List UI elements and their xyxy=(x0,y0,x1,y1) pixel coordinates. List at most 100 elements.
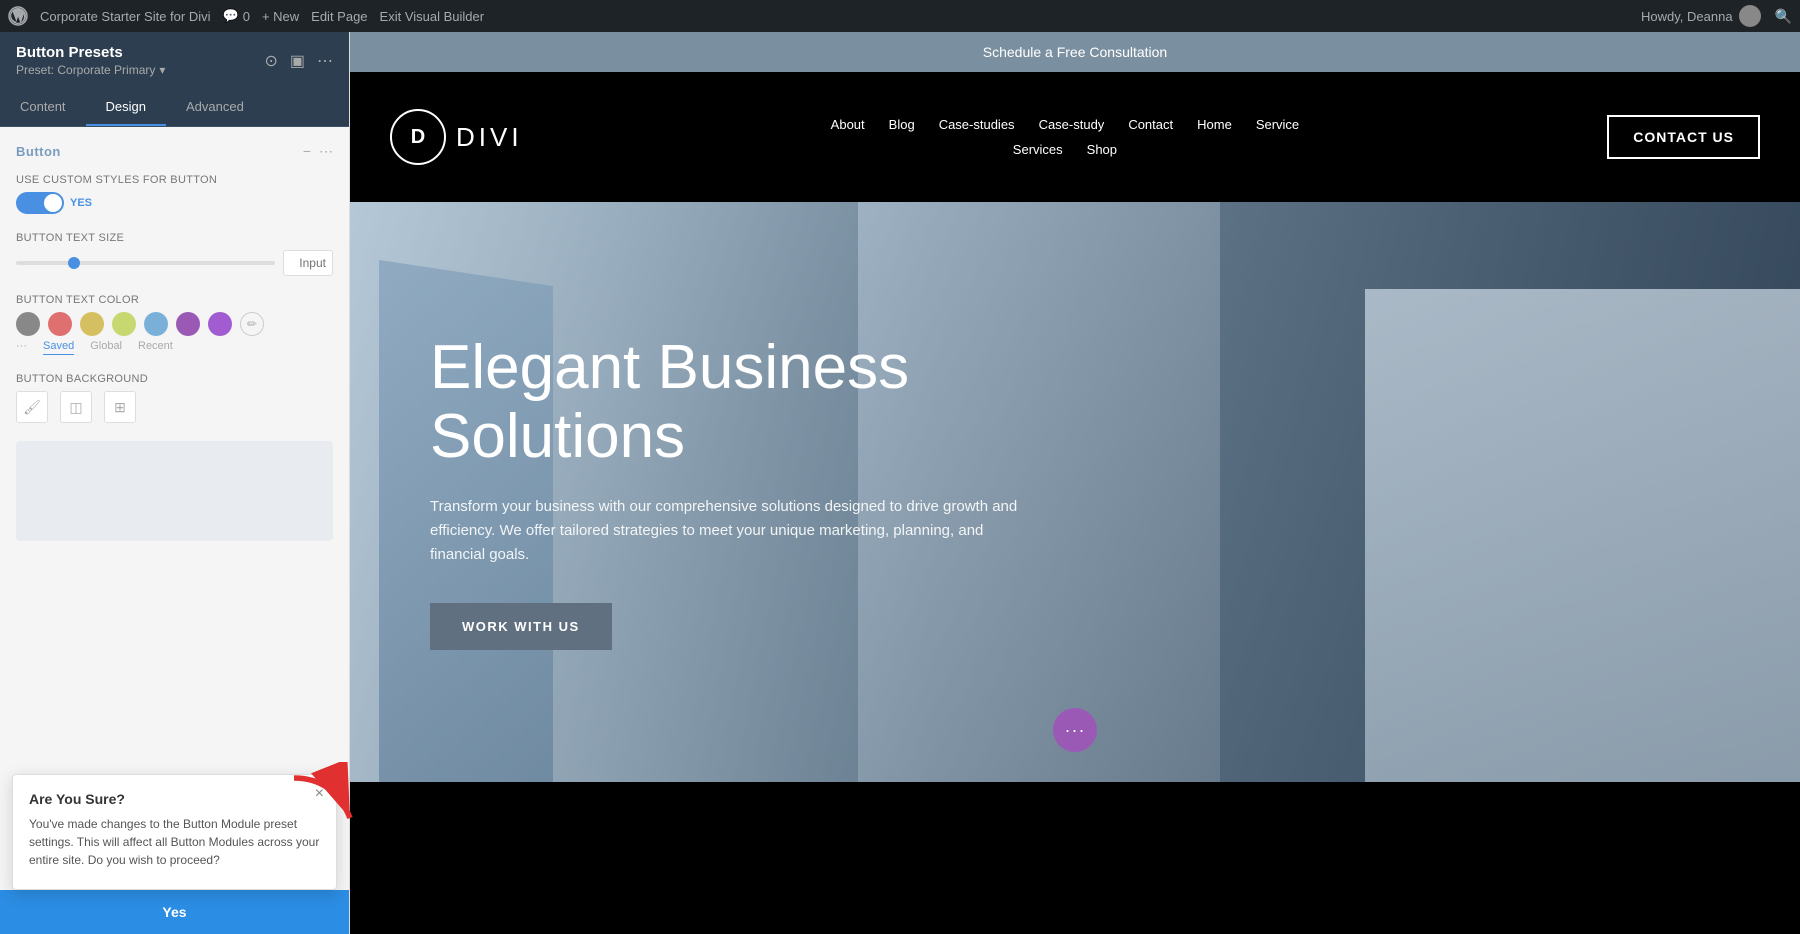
custom-styles-label: Use Custom Styles For Button xyxy=(16,174,333,186)
tab-design[interactable]: Design xyxy=(86,89,166,126)
purple-dot-button[interactable]: ··· xyxy=(1053,708,1097,752)
logo-letter: D xyxy=(411,126,425,149)
preview-box xyxy=(16,441,333,541)
main-layout: Button Presets Preset: Corporate Primary… xyxy=(0,32,1800,934)
color-swatch-yellow[interactable] xyxy=(80,312,104,336)
preset-tab-recent2[interactable]: Recent xyxy=(138,340,173,355)
color-swatch-pink[interactable] xyxy=(48,312,72,336)
nav-link-service[interactable]: Service xyxy=(1256,117,1299,132)
wordpress-icon[interactable] xyxy=(8,6,28,26)
dialog-text: You've made changes to the Button Module… xyxy=(29,815,320,869)
left-panel: Button Presets Preset: Corporate Primary… xyxy=(0,32,350,934)
color-swatch-blue[interactable] xyxy=(144,312,168,336)
nav-link-home[interactable]: Home xyxy=(1197,117,1232,132)
toggle-label: YES xyxy=(70,197,92,209)
nav-link-case-studies[interactable]: Case-studies xyxy=(939,117,1015,132)
tab-content[interactable]: Content xyxy=(0,89,86,126)
site-header: D DIVI About Blog Case-studies Case-stud… xyxy=(350,72,1800,202)
color-swatch-gray[interactable] xyxy=(16,312,40,336)
dialog-overlay: Are You Sure? You've made changes to the… xyxy=(0,774,349,934)
text-size-slider-track[interactable] xyxy=(16,261,275,265)
section-minus-icon[interactable]: − xyxy=(303,143,311,160)
text-size-slider-thumb[interactable] xyxy=(68,257,80,269)
toggle-wrapper: YES xyxy=(16,192,333,214)
bg-gradient-icon[interactable]: ◫ xyxy=(60,391,92,423)
background-label: Button Background xyxy=(16,373,333,385)
panel-subtitle: Preset: Corporate Primary ▾ xyxy=(16,63,165,77)
preset-tab-recent[interactable]: ··· xyxy=(16,340,27,355)
bg-image-icon[interactable]: ⊞ xyxy=(104,391,136,423)
arrow-container xyxy=(286,762,366,847)
more-icon[interactable]: ⋯ xyxy=(317,51,333,71)
logo-circle: D xyxy=(390,109,446,165)
background-type-icons: 🖌 ◫ ⊞ xyxy=(16,391,333,423)
search-icon[interactable]: 🔍 xyxy=(1775,8,1792,25)
site-nav: About Blog Case-studies Case-study Conta… xyxy=(831,117,1300,157)
custom-styles-field: Use Custom Styles For Button YES xyxy=(16,174,333,214)
section-settings-icon[interactable]: ⋯ xyxy=(319,143,333,160)
exit-visual-builder-button[interactable]: Exit Visual Builder xyxy=(380,9,485,24)
layout-icon[interactable]: ▣ xyxy=(290,51,305,71)
logo-text: DIVI xyxy=(456,122,523,153)
red-arrow-icon xyxy=(286,762,366,842)
site-logo[interactable]: D DIVI xyxy=(390,109,523,165)
nav-link-services[interactable]: Services xyxy=(1013,142,1063,157)
focus-icon[interactable]: ⊙ xyxy=(264,51,277,71)
text-size-row xyxy=(16,250,333,276)
announcement-text: Schedule a Free Consultation xyxy=(983,44,1167,60)
preset-tab-global[interactable]: Global xyxy=(90,340,122,355)
site-preview: Schedule a Free Consultation D DIVI Abou… xyxy=(350,32,1800,934)
user-menu[interactable]: Howdy, Deanna 🔍 xyxy=(1641,5,1792,27)
nav-link-blog[interactable]: Blog xyxy=(889,117,915,132)
hero-title: Elegant Business Solutions xyxy=(430,334,1070,470)
dialog-title: Are You Sure? xyxy=(29,791,320,807)
panel-header: Button Presets Preset: Corporate Primary… xyxy=(0,32,349,89)
nav-link-shop[interactable]: Shop xyxy=(1087,142,1117,157)
text-size-field: Button Text Size xyxy=(16,232,333,276)
nav-link-contact[interactable]: Contact xyxy=(1128,117,1173,132)
announcement-bar: Schedule a Free Consultation xyxy=(350,32,1800,72)
chevron-down-icon[interactable]: ▾ xyxy=(159,63,165,77)
building-right xyxy=(1365,289,1800,782)
nav-row-2: Services Shop xyxy=(1013,142,1117,157)
text-size-label: Button Text Size xyxy=(16,232,333,244)
new-button[interactable]: + New xyxy=(262,9,299,24)
hero-cta-button[interactable]: WORK WITH US xyxy=(430,603,612,650)
text-color-field: Button Text Color ✏ ··· Saved Global Rec… xyxy=(16,294,333,355)
section-icons: − ⋯ xyxy=(303,143,333,160)
user-avatar xyxy=(1739,5,1761,27)
admin-bar: Corporate Starter Site for Divi 💬 0 + Ne… xyxy=(0,0,1800,32)
hero-content: Elegant Business Solutions Transform you… xyxy=(350,274,1150,709)
nav-row-1: About Blog Case-studies Case-study Conta… xyxy=(831,117,1300,132)
tab-advanced[interactable]: Advanced xyxy=(166,89,264,126)
section-header: Button − ⋯ xyxy=(16,143,333,160)
right-content: Schedule a Free Consultation D DIVI Abou… xyxy=(350,32,1800,934)
text-color-label: Button Text Color xyxy=(16,294,333,306)
site-name[interactable]: Corporate Starter Site for Divi xyxy=(40,9,211,24)
confirmation-dialog: Are You Sure? You've made changes to the… xyxy=(12,774,337,890)
yes-button[interactable]: Yes xyxy=(0,890,349,934)
preset-tabs: ··· Saved Global Recent xyxy=(16,340,333,355)
color-swatches: ✏ xyxy=(16,312,333,336)
purple-dot-icon: ··· xyxy=(1065,720,1086,741)
section-title: Button xyxy=(16,144,61,159)
preset-tab-saved[interactable]: Saved xyxy=(43,340,74,355)
nav-link-about[interactable]: About xyxy=(831,117,865,132)
color-swatch-violet[interactable] xyxy=(208,312,232,336)
panel-tabs: Content Design Advanced xyxy=(0,89,349,127)
edit-page-button[interactable]: Edit Page xyxy=(311,9,367,24)
color-swatch-light-green[interactable] xyxy=(112,312,136,336)
bg-color-icon[interactable]: 🖌 xyxy=(16,391,48,423)
color-picker-icon[interactable]: ✏ xyxy=(240,312,264,336)
hero-section: Elegant Business Solutions Transform you… xyxy=(350,202,1800,782)
hero-subtitle: Transform your business with our compreh… xyxy=(430,495,1030,567)
contact-us-button[interactable]: CONTACT US xyxy=(1607,115,1760,159)
custom-styles-toggle[interactable] xyxy=(16,192,64,214)
comments-icon[interactable]: 💬 0 xyxy=(223,8,250,24)
text-size-input[interactable] xyxy=(283,250,333,276)
panel-header-icons: ⊙ ▣ ⋯ xyxy=(264,51,333,71)
nav-link-case-study[interactable]: Case-study xyxy=(1039,117,1105,132)
color-swatch-purple[interactable] xyxy=(176,312,200,336)
background-field: Button Background 🖌 ◫ ⊞ xyxy=(16,373,333,423)
panel-title: Button Presets xyxy=(16,44,165,61)
